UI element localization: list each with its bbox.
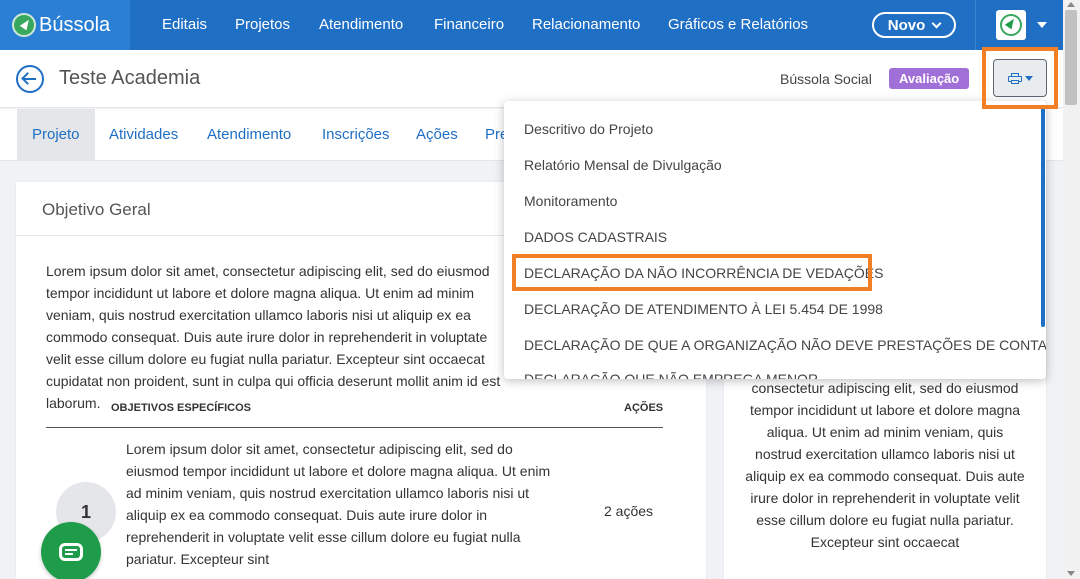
tab-projeto[interactable]: Projeto: [17, 109, 95, 160]
print-menu-item[interactable]: Descritivo do Projeto: [524, 121, 653, 137]
nav-item-relacionamento[interactable]: Relacionamento: [532, 16, 640, 33]
page-header: Teste Academia Bússola Social Avaliação: [0, 50, 1063, 108]
print-menu-item[interactable]: Relatório Mensal de Divulgação: [524, 157, 722, 173]
tab-acoes[interactable]: Ações: [416, 109, 458, 160]
status-badge: Avaliação: [889, 68, 970, 89]
user-menu-caret-icon[interactable]: [1037, 22, 1047, 28]
nav-item-projetos[interactable]: Projetos: [235, 16, 290, 33]
print-menu-item[interactable]: DECLARAÇÃO DE ATENDIMENTO À LEI 5.454 DE…: [524, 301, 883, 317]
user-avatar-icon[interactable]: [996, 10, 1026, 40]
scroll-down-icon[interactable]: [1067, 571, 1075, 576]
novo-label: Novo: [887, 16, 926, 34]
print-menu: Descritivo do Projeto Relatório Mensal d…: [504, 101, 1046, 379]
objective-text: Lorem ipsum dolor sit amet, consectetur …: [126, 441, 551, 567]
chevron-down-icon: [931, 18, 942, 28]
objective-actions-count[interactable]: 2 ações: [604, 503, 653, 519]
print-menu-item[interactable]: Monitoramento: [524, 193, 617, 209]
app-logo[interactable]: Bússola: [0, 0, 130, 50]
top-navbar: Bússola Editais Projetos Atendimento Fin…: [0, 0, 1080, 50]
nav-item-financeiro[interactable]: Financeiro: [434, 16, 504, 33]
general-objective-text: Lorem ipsum dolor sit amet, consectetur …: [46, 263, 501, 411]
highlight-box: [512, 254, 872, 291]
objectives-column-header: OBJETIVOS ESPECÍFICOS: [111, 402, 251, 414]
menu-scrollbar[interactable]: [1041, 105, 1045, 327]
organization-name: Bússola Social: [780, 71, 872, 87]
logo-text: Bússola: [39, 13, 111, 36]
compass-logo-icon: [12, 13, 36, 37]
card-title: Objetivo Geral: [42, 200, 151, 219]
print-menu-item[interactable]: DADOS CADASTRAIS: [524, 229, 667, 245]
table-divider: [46, 427, 663, 428]
tab-inscricoes[interactable]: Inscrições: [322, 109, 390, 160]
nav-item-atendimento[interactable]: Atendimento: [319, 16, 403, 33]
nav-item-graficos-relatorios[interactable]: Gráficos e Relatórios: [668, 16, 808, 33]
novo-button[interactable]: Novo: [872, 12, 956, 38]
nav-divider: [975, 0, 976, 50]
print-menu-item[interactable]: DECLARAÇÃO DE QUE A ORGANIZAÇÃO NÃO DEVE…: [524, 337, 1046, 353]
nav-item-editais[interactable]: Editais: [162, 16, 207, 33]
back-arrow-icon: [24, 78, 36, 80]
print-button-highlight: [982, 47, 1058, 109]
actions-column-header: AÇÕES: [624, 402, 664, 414]
page-scrollbar-thumb[interactable]: [1065, 10, 1077, 105]
chat-icon: [59, 543, 83, 561]
chat-button[interactable]: [41, 522, 101, 579]
print-menu-item[interactable]: DECLARAÇÃO QUE NÃO EMPREGA MENOR: [524, 371, 818, 379]
side-card-text: consectetur adipiscing elit, sed do eius…: [745, 380, 1025, 550]
back-button[interactable]: [16, 65, 44, 93]
page-title: Teste Academia: [59, 67, 201, 89]
tab-atendimento[interactable]: Atendimento: [207, 109, 291, 160]
scroll-up-icon[interactable]: [1067, 2, 1075, 7]
tab-atividades[interactable]: Atividades: [109, 109, 178, 160]
